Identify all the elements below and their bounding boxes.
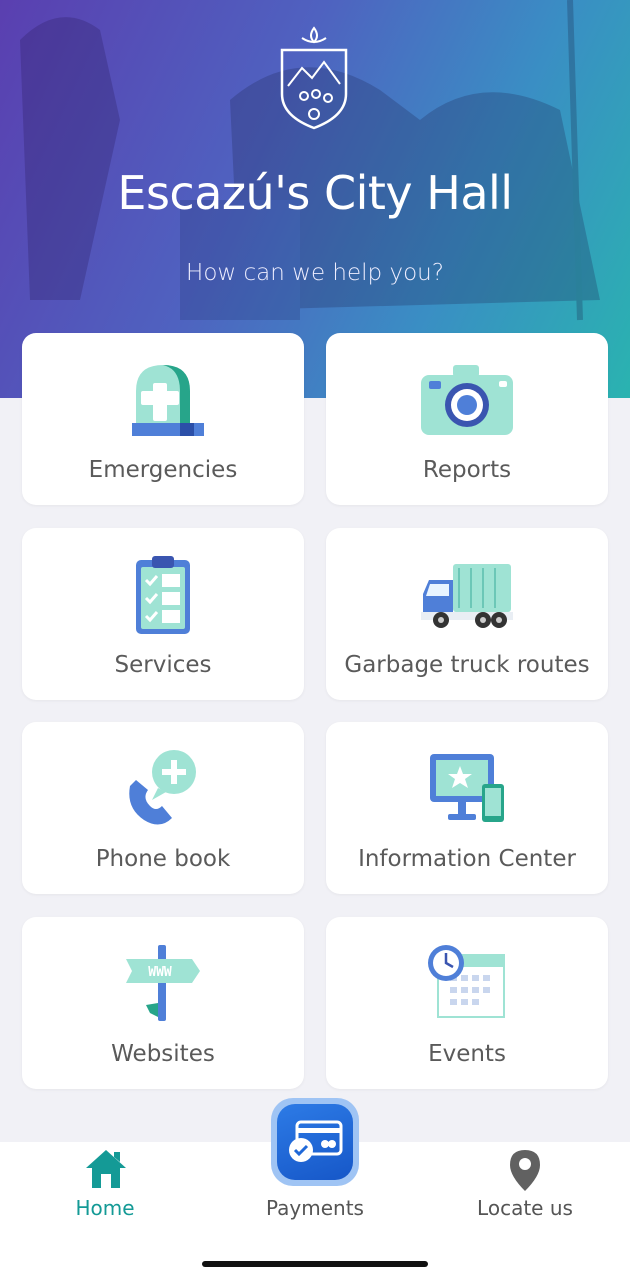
- tab-home[interactable]: Home: [0, 1142, 210, 1242]
- garbage-truck-routes-label: Garbage truck routes: [344, 652, 590, 678]
- home-indicator: [202, 1261, 428, 1267]
- page-subtitle: How can we help you?: [186, 260, 444, 286]
- www-signpost-icon: WWW: [126, 945, 200, 1021]
- tombstone-cross-icon: [132, 365, 204, 436]
- services-card[interactable]: Services: [22, 528, 304, 700]
- tab-home-label: Home: [75, 1196, 135, 1220]
- events-label: Events: [428, 1041, 506, 1067]
- information-center-label: Information Center: [358, 846, 576, 872]
- page-title: Escazú's City Hall: [117, 166, 513, 220]
- tab-locate-us-label: Locate us: [477, 1196, 573, 1220]
- events-card[interactable]: Events: [326, 917, 608, 1089]
- monitor-star-icon: [430, 754, 504, 822]
- emergencies-card[interactable]: Emergencies: [22, 333, 304, 505]
- phone-book-label: Phone book: [95, 846, 231, 872]
- phone-plus-icon: [129, 750, 196, 825]
- information-center-card[interactable]: Information Center: [326, 722, 608, 894]
- svg-text:WWW: WWW: [148, 965, 172, 980]
- services-label: Services: [114, 652, 212, 678]
- websites-card[interactable]: WWW Websites: [22, 917, 304, 1089]
- garbage-truck-icon: [421, 564, 513, 628]
- location-pin-icon: [510, 1150, 540, 1191]
- tab-payments-label: Payments: [266, 1196, 364, 1220]
- phone-book-card[interactable]: Phone book: [22, 722, 304, 894]
- reports-card[interactable]: Reports: [326, 333, 608, 505]
- reports-label: Reports: [422, 457, 512, 483]
- city-crest-icon: [280, 26, 348, 130]
- clipboard-checklist-icon: [136, 556, 190, 634]
- websites-label: Websites: [111, 1041, 215, 1067]
- emergencies-label: Emergencies: [88, 457, 238, 483]
- payments-button[interactable]: [271, 1098, 359, 1186]
- camera-icon: [421, 365, 513, 435]
- payment-card-icon: [289, 1120, 343, 1162]
- garbage-truck-routes-card[interactable]: Garbage truck routes: [326, 528, 608, 700]
- home-icon: [86, 1150, 126, 1188]
- calendar-clock-icon: [428, 945, 505, 1018]
- tab-locate-us[interactable]: Locate us: [420, 1142, 630, 1242]
